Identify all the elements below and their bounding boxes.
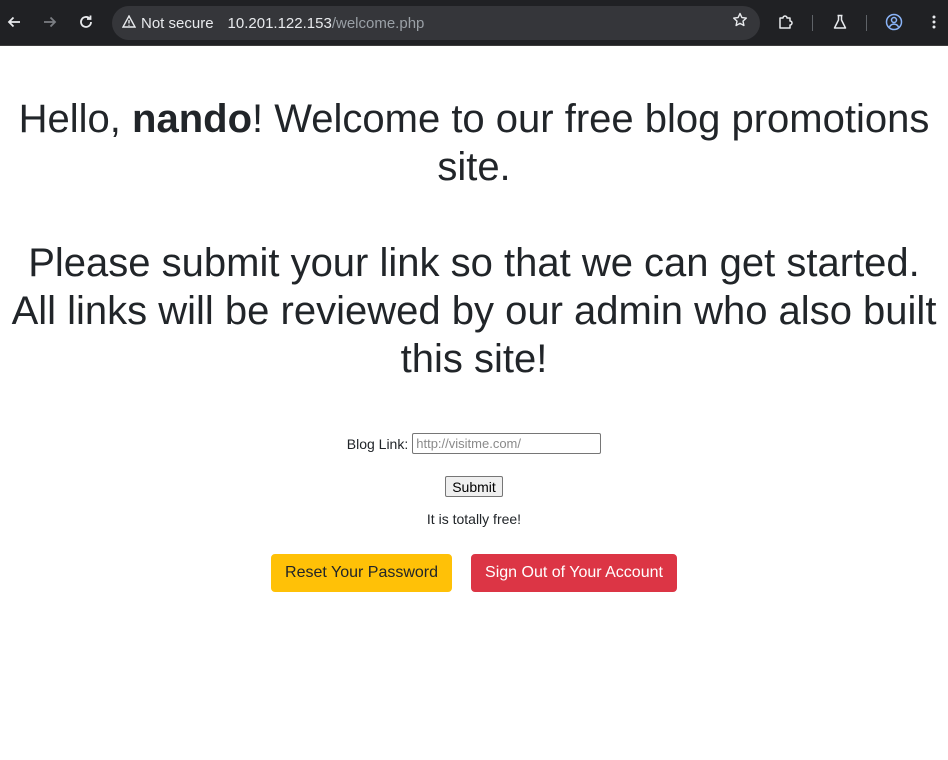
sign-out-button[interactable]: Sign Out of Your Account bbox=[471, 554, 677, 592]
free-note: It is totally free! bbox=[426, 511, 522, 527]
labs-icon[interactable] bbox=[826, 8, 854, 36]
browser-toolbar: Not secure 10.201.122.153/welcome.php bbox=[0, 0, 948, 46]
forward-icon[interactable] bbox=[36, 8, 64, 36]
blog-link-form: Blog Link: Submit bbox=[0, 433, 948, 497]
toolbar-divider bbox=[812, 15, 813, 31]
warning-icon bbox=[121, 14, 137, 31]
star-icon[interactable] bbox=[732, 12, 748, 33]
url-path: /welcome.php bbox=[331, 14, 425, 32]
username: nando bbox=[132, 97, 252, 141]
reset-password-button[interactable]: Reset Your Password bbox=[271, 554, 453, 592]
blog-link-input[interactable] bbox=[412, 433, 602, 454]
security-label[interactable]: Not secure bbox=[141, 15, 214, 32]
toolbar-divider bbox=[866, 15, 867, 31]
page-content: Hello, nando! Welcome to our free blog p… bbox=[0, 95, 948, 592]
submit-button[interactable]: Submit bbox=[445, 476, 503, 497]
account-actions: Reset Your Password Sign Out of Your Acc… bbox=[0, 554, 948, 592]
welcome-heading: Hello, nando! Welcome to our free blog p… bbox=[0, 95, 948, 191]
url-host: 10.201.122.153 bbox=[227, 14, 332, 32]
back-icon[interactable] bbox=[0, 8, 28, 36]
menu-icon[interactable] bbox=[920, 8, 948, 36]
extensions-icon[interactable] bbox=[772, 8, 800, 36]
greeting-prefix: Hello, bbox=[18, 97, 133, 141]
submit-row: Submit bbox=[0, 476, 948, 497]
address-bar[interactable]: Not secure 10.201.122.153/welcome.php bbox=[112, 6, 760, 40]
instructions-heading: Please submit your link so that we can g… bbox=[11, 241, 937, 381]
blog-link-row: Blog Link: bbox=[0, 433, 948, 454]
profile-icon[interactable] bbox=[880, 8, 908, 36]
greeting-suffix: ! Welcome to our free blog promotions si… bbox=[252, 97, 930, 189]
blog-link-label: Blog Link: bbox=[346, 435, 409, 452]
reload-icon[interactable] bbox=[72, 8, 100, 36]
